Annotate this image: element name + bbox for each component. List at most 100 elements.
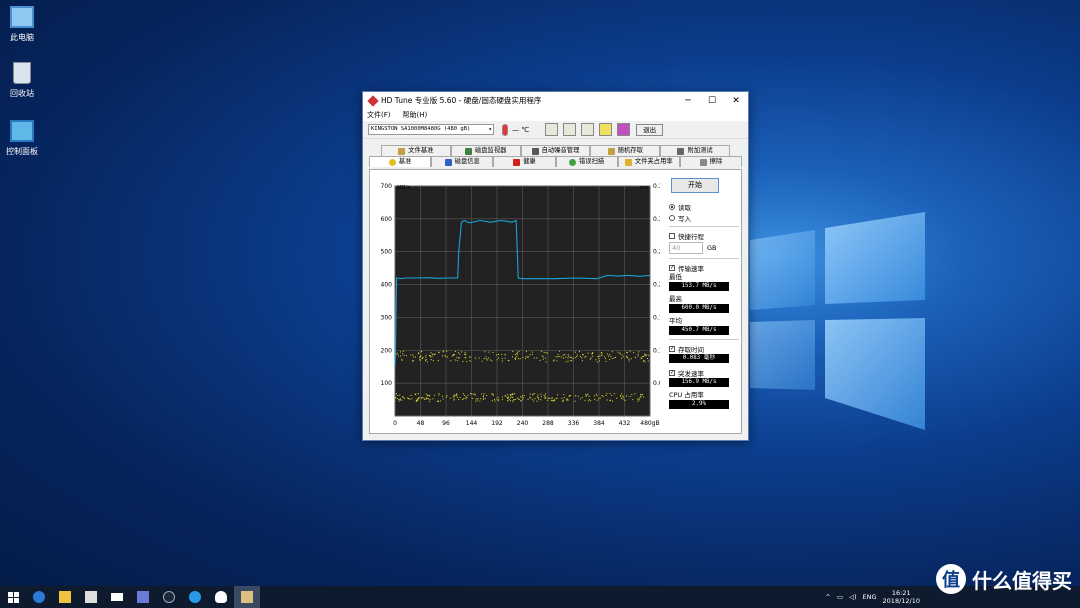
access-time-point — [501, 358, 503, 360]
access-time-point — [622, 395, 624, 397]
y-tick-right: 0.30 — [653, 216, 660, 223]
checkbox-checked-icon: ✓ — [669, 369, 675, 376]
access-time-point — [539, 360, 541, 362]
taskbar-edge[interactable] — [26, 586, 52, 608]
access-time-point — [607, 355, 609, 357]
desktop-icon-control-panel[interactable]: 控制面板 — [0, 120, 52, 157]
write-radio[interactable]: 写入 — [669, 212, 739, 223]
access-time-point — [517, 358, 519, 360]
access-time-point — [628, 360, 630, 362]
tray-chevron-icon[interactable]: ^ — [825, 593, 830, 601]
access-time-point — [403, 354, 405, 356]
menu-file[interactable]: 文件(F) — [367, 110, 391, 120]
access-time-point — [452, 396, 454, 398]
tab-benchmark[interactable]: 基准 — [369, 156, 432, 167]
taskbar-steam[interactable] — [156, 586, 182, 608]
taskbar-qq[interactable] — [208, 586, 234, 608]
access-time-point — [486, 395, 488, 397]
taskbar-explorer[interactable] — [52, 586, 78, 608]
taskbar-mail[interactable] — [104, 586, 130, 608]
start-button-windows[interactable] — [0, 586, 26, 608]
access-time-point — [483, 395, 485, 397]
access-time-point — [491, 393, 493, 395]
access-time-point — [570, 356, 572, 358]
access-time-point — [571, 360, 573, 362]
access-time-point — [418, 396, 420, 398]
menu-help[interactable]: 帮助(H) — [403, 110, 428, 120]
access-time-point — [545, 357, 547, 359]
access-time-point — [467, 394, 469, 396]
taskbar-store[interactable] — [78, 586, 104, 608]
access-time-point — [569, 395, 571, 397]
y-tick-right: 0.25 — [653, 249, 660, 256]
access-time-point — [644, 361, 646, 363]
access-time-point — [601, 352, 603, 354]
access-time-point — [501, 353, 503, 355]
access-time-point — [584, 399, 586, 401]
minimize-button[interactable]: ─ — [676, 92, 700, 109]
tab-folder-usage[interactable]: 文件夹占用率 — [617, 156, 680, 167]
title-bar[interactable]: HD Tune 专业版 5.60 - 硬盘/固态硬盘实用程序 ─ ☐ ✕ — [363, 92, 748, 109]
access-time-point — [588, 400, 590, 402]
benchmark-chart: 100 200 300 400 500 600 700 0.05 0.10 0.15 0.20 0.2… — [381, 183, 660, 427]
taskbar-hdtune[interactable] — [234, 586, 260, 608]
close-button[interactable]: ✕ — [724, 92, 748, 109]
desktop-icon-recycle-bin[interactable]: 回收站 — [0, 62, 52, 99]
access-time-point — [579, 398, 581, 400]
access-time-point — [481, 393, 483, 395]
volume-icon[interactable]: ◁) — [849, 593, 857, 601]
tab-disk-info[interactable]: 磁盘信息 — [431, 156, 494, 167]
tab-aam[interactable]: 自动噪音管理 — [520, 145, 591, 156]
access-time-point — [421, 350, 423, 352]
tab-file-benchmark[interactable]: 文件基准 — [381, 145, 451, 156]
access-time-point — [552, 360, 554, 362]
tab-extra-tests[interactable]: 附加测试 — [660, 145, 730, 156]
y-unit-left: MB/s — [397, 185, 410, 191]
x-tick: 480gB — [640, 420, 659, 427]
access-time-point — [527, 399, 529, 401]
desktop-icon-this-pc[interactable]: 此电脑 — [0, 6, 52, 43]
access-time-point — [438, 393, 440, 395]
windows-start-icon — [7, 591, 19, 603]
burst-rate-checkbox[interactable]: ✓ 突发速率 — [669, 367, 739, 378]
access-time-point — [546, 399, 548, 401]
screenshot-icon[interactable] — [581, 123, 595, 136]
transfer-rate-checkbox[interactable]: ✓ 传输速率 — [669, 262, 739, 273]
access-time-point — [523, 397, 525, 399]
tab-random-access[interactable]: 随机存取 — [590, 145, 661, 156]
desktop-icon-label: 此电脑 — [10, 33, 34, 42]
tab-disk-monitor[interactable]: 磁盘监视器 — [450, 145, 521, 156]
burst-rate-value: 156.9 MB/s — [669, 378, 729, 387]
taskbar-app[interactable] — [182, 586, 208, 608]
access-time-point — [640, 393, 642, 395]
access-time-point — [602, 396, 604, 398]
access-time-point — [623, 396, 625, 398]
read-radio[interactable]: 读取 — [669, 201, 739, 212]
access-time-checkbox[interactable]: ✓ 存取时间 — [669, 343, 739, 354]
exit-button[interactable]: 退出 — [636, 123, 664, 136]
toolbar: KINGSTON SA1000M8480G (480 gB) ▾ — ℃ 退出 — [363, 121, 748, 139]
access-time-point — [429, 400, 431, 402]
maximize-button[interactable]: ☐ — [700, 92, 724, 109]
tab-erase[interactable]: 擦除 — [679, 156, 743, 167]
access-time-point — [409, 398, 411, 400]
options-icon[interactable] — [599, 123, 613, 136]
taskbar-photos[interactable] — [130, 586, 156, 608]
access-time-point — [541, 355, 543, 357]
clock[interactable]: 16:21 2018/12/10 — [883, 589, 920, 605]
quick-size-input[interactable]: 40 — [669, 242, 703, 254]
tab-error-scan[interactable]: 错误扫描 — [555, 156, 618, 167]
input-language[interactable]: ENG — [863, 593, 877, 601]
save-icon[interactable] — [617, 123, 631, 136]
network-icon[interactable]: ▭ — [837, 593, 843, 601]
copy-text-icon[interactable] — [545, 123, 559, 136]
access-time-point — [399, 399, 401, 401]
quick-test-checkbox[interactable]: 快捷行程 — [669, 230, 739, 241]
tab-health[interactable]: 健康 — [493, 156, 556, 167]
drive-select[interactable]: KINGSTON SA1000M8480G (480 gB) ▾ — [368, 124, 494, 135]
start-button[interactable]: 开始 — [671, 178, 719, 193]
access-time-point — [418, 352, 420, 354]
access-time-point — [597, 356, 599, 358]
copy-image-icon[interactable] — [563, 123, 577, 136]
access-time-point — [516, 351, 518, 353]
